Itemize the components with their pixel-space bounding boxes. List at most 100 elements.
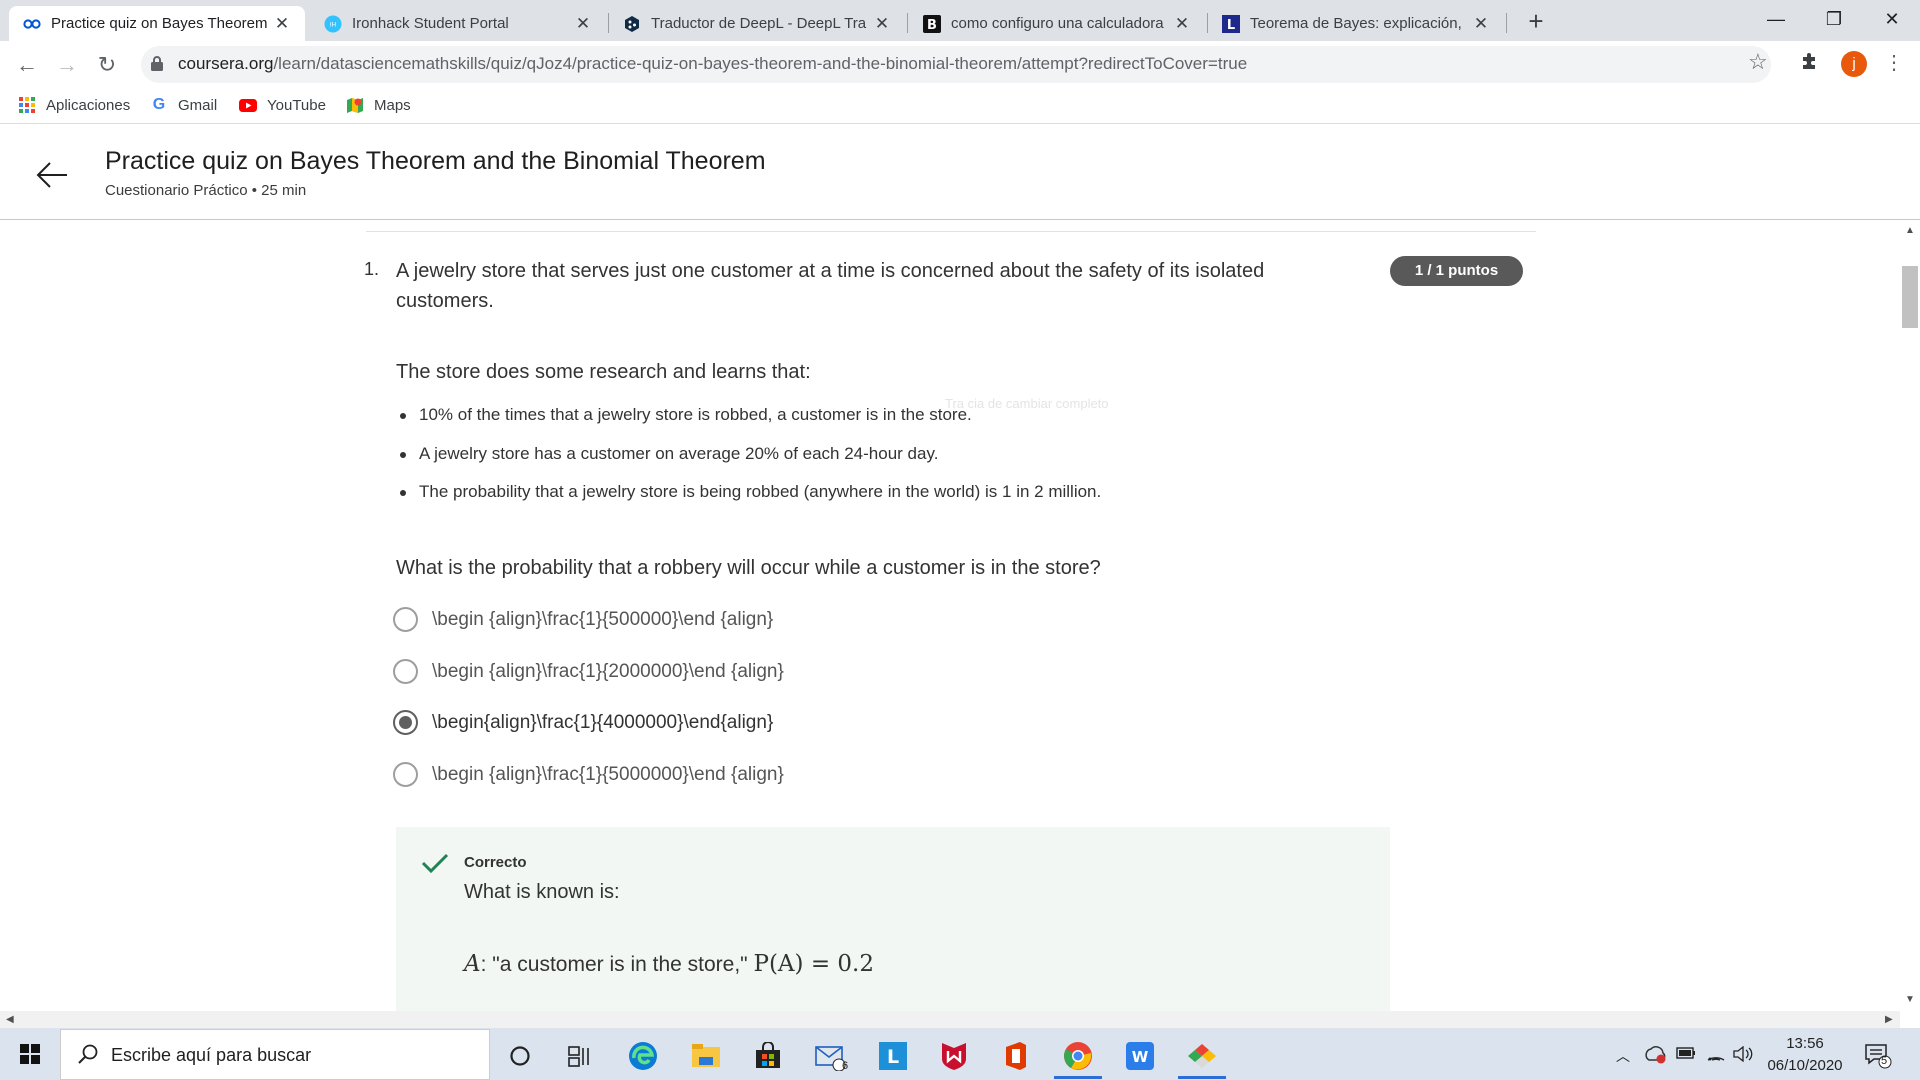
- wifi-icon[interactable]: [1706, 1046, 1726, 1067]
- tab-title: Practice quiz on Bayes Theorem and the B…: [51, 15, 267, 32]
- bookmark-label: Maps: [374, 96, 411, 114]
- security-tray-icon[interactable]: [1645, 1046, 1667, 1069]
- scroll-down-arrow-icon[interactable]: ▼: [1905, 994, 1915, 1005]
- tab-calculadora[interactable]: B como configuro una calculadora ✕: [909, 6, 1205, 41]
- score-badge: 1 / 1 puntos: [1390, 256, 1523, 286]
- chrome-icon[interactable]: [1054, 1038, 1102, 1079]
- tab-deepl[interactable]: Traductor de DeepL - DeepL Translate ✕: [609, 6, 905, 41]
- store-icon[interactable]: [750, 1038, 786, 1074]
- wps-writer-icon[interactable]: W: [1122, 1038, 1158, 1074]
- windows-start-icon[interactable]: [20, 1044, 40, 1064]
- edge-icon[interactable]: [625, 1038, 661, 1074]
- equation-text: : "a customer is in the store,": [480, 953, 754, 976]
- clock-time: 13:56: [1786, 1035, 1824, 1052]
- url-text[interactable]: coursera.org/learn/datasciencemathskills…: [178, 54, 1247, 74]
- tab-coursera-quiz[interactable]: Practice quiz on Bayes Theorem and the B…: [9, 6, 305, 41]
- radio-button[interactable]: [393, 607, 418, 632]
- coursera-favicon-icon: [23, 15, 41, 33]
- browser-menu-icon[interactable]: ⋮: [1884, 50, 1904, 75]
- answer-option-3[interactable]: \begin{align}\frac{1}{4000000}\end{align…: [393, 710, 784, 762]
- reload-button[interactable]: ↻: [91, 49, 123, 81]
- feedback-panel: Correcto What is known is: A: "a custome…: [396, 827, 1390, 1011]
- page-title: Practice quiz on Bayes Theorem and the B…: [105, 147, 766, 175]
- scrollbar-thumb[interactable]: [1902, 266, 1918, 328]
- task-view-icon[interactable]: [562, 1038, 598, 1074]
- tab-close-icon[interactable]: ✕: [1173, 14, 1191, 34]
- file-explorer-icon[interactable]: [688, 1038, 724, 1074]
- tab-close-icon[interactable]: ✕: [1472, 14, 1490, 34]
- tab-close-icon[interactable]: ✕: [873, 14, 891, 34]
- tab-teorema-bayes[interactable]: L Teorema de Bayes: explicación, aplicac…: [1208, 6, 1504, 41]
- notification-count: 5: [1881, 1055, 1888, 1067]
- scroll-up-arrow-icon[interactable]: ▲: [1905, 225, 1915, 236]
- minimize-button[interactable]: —: [1748, 0, 1804, 41]
- bookmark-aplicaciones[interactable]: Aplicaciones: [18, 96, 130, 114]
- taskbar-search[interactable]: Escribe aquí para buscar: [60, 1029, 490, 1080]
- question-intro: A jewelry store that serves just one cus…: [396, 260, 1265, 312]
- bookmark-label: YouTube: [267, 96, 326, 114]
- horizontal-scrollbar[interactable]: [0, 1011, 1900, 1028]
- answer-option-2[interactable]: \begin {align}\frac{1}{2000000}\end {ali…: [393, 658, 784, 711]
- taskbar-clock[interactable]: 13:56 06/10/2020: [1760, 1033, 1850, 1077]
- maps-icon: [346, 96, 364, 114]
- bing-favicon-icon: B: [923, 14, 941, 33]
- vertical-scrollbar[interactable]: [1900, 221, 1920, 1011]
- mail-badge: 6: [842, 1060, 849, 1072]
- colorful-app-icon[interactable]: [1178, 1038, 1226, 1079]
- scroll-right-arrow-icon[interactable]: ▶: [1885, 1014, 1893, 1025]
- page-subtitle: Cuestionario Práctico • 25 min: [105, 182, 307, 199]
- notification-center-icon[interactable]: 5: [1864, 1043, 1892, 1069]
- svg-text:L: L: [887, 1046, 899, 1068]
- google-icon: G: [152, 96, 166, 113]
- radio-button[interactable]: [393, 658, 418, 684]
- extensions-puzzle-icon[interactable]: [1800, 51, 1820, 77]
- battery-icon[interactable]: [1676, 1046, 1696, 1064]
- deepl-favicon-icon: [623, 15, 641, 33]
- office-icon[interactable]: [998, 1038, 1034, 1074]
- tab-close-icon[interactable]: ✕: [574, 14, 592, 34]
- answer-label: \begin {align}\frac{1}{5000000}\end {ali…: [432, 763, 784, 785]
- bookmark-maps[interactable]: Maps: [346, 96, 411, 114]
- scroll-left-arrow-icon[interactable]: ◀: [6, 1014, 14, 1025]
- close-window-button[interactable]: ✕: [1864, 0, 1920, 41]
- feedback-status: Correcto: [464, 854, 527, 871]
- back-button[interactable]: ←: [11, 49, 43, 81]
- url-host: coursera.org: [178, 54, 274, 73]
- bookmark-star-icon[interactable]: ☆: [1748, 49, 1768, 75]
- answer-option-1[interactable]: \begin {align}\frac{1}{500000}\end {alig…: [393, 607, 784, 659]
- lock-icon[interactable]: [150, 55, 164, 71]
- equation-variable: A: [464, 951, 481, 977]
- svg-text:B: B: [927, 18, 937, 33]
- forward-button[interactable]: →: [51, 49, 83, 81]
- answer-options: \begin {align}\frac{1}{500000}\end {alig…: [393, 607, 784, 813]
- svg-text:IH: IH: [330, 21, 336, 28]
- apps-grid-icon: [18, 96, 36, 114]
- bookmark-gmail[interactable]: G Gmail: [150, 96, 217, 114]
- youtube-icon: [239, 96, 257, 114]
- cortana-icon[interactable]: [502, 1038, 538, 1074]
- answer-option-4[interactable]: \begin {align}\frac{1}{5000000}\end {ali…: [393, 761, 784, 814]
- ironhack-favicon-icon: IH: [324, 15, 342, 33]
- list-item: A jewelry store has a customer on averag…: [396, 443, 1101, 482]
- radio-button[interactable]: [393, 761, 418, 787]
- tab-ironhack[interactable]: IH Ironhack Student Portal ✕: [310, 6, 606, 41]
- bookmark-youtube[interactable]: YouTube: [239, 96, 326, 114]
- answer-label: \begin {align}\frac{1}{500000}\end {alig…: [432, 609, 774, 630]
- new-tab-button[interactable]: +: [1520, 6, 1552, 38]
- back-arrow-icon[interactable]: [34, 157, 70, 193]
- radio-button-selected[interactable]: [393, 710, 418, 735]
- search-icon: [78, 1044, 98, 1064]
- tab-close-icon[interactable]: ✕: [273, 14, 291, 34]
- lifeder-favicon-icon: L: [1222, 14, 1240, 33]
- restore-button[interactable]: ❐: [1806, 0, 1862, 41]
- bookmark-label: Aplicaciones: [46, 96, 131, 114]
- volume-icon[interactable]: [1733, 1045, 1753, 1067]
- lifeder-taskbar-icon[interactable]: L: [875, 1038, 911, 1074]
- profile-avatar[interactable]: j: [1841, 51, 1867, 77]
- bookmark-label: Gmail: [178, 96, 218, 114]
- mail-icon[interactable]: 6: [812, 1038, 848, 1074]
- tray-chevron-icon[interactable]: ︿: [1616, 1046, 1630, 1066]
- facts-list: 10% of the times that a jewelry store is…: [396, 404, 1101, 520]
- answer-label: \begin {align}\frac{1}{2000000}\end {ali…: [432, 660, 784, 682]
- mcafee-icon[interactable]: [936, 1038, 972, 1074]
